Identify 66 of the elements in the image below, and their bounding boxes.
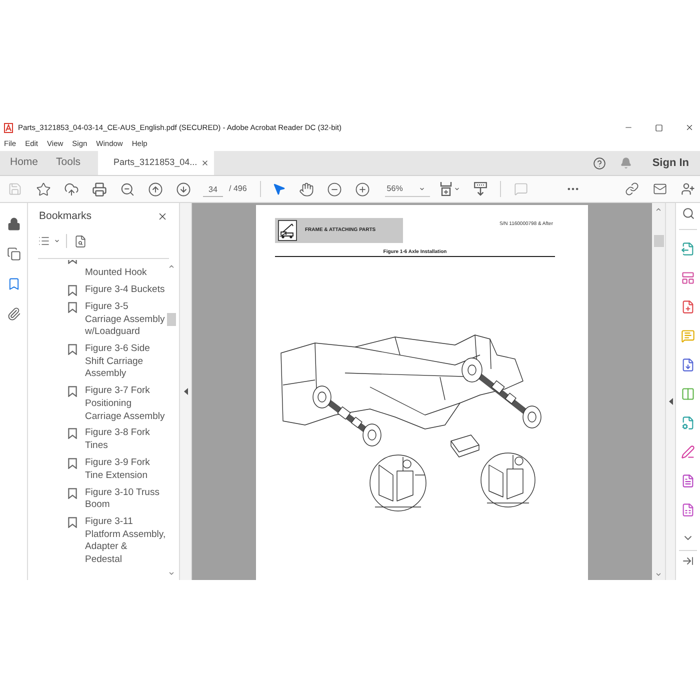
bookmark-item[interactable]: Mounted Hook (85, 267, 166, 280)
layout-icon[interactable] (681, 271, 695, 285)
pointer-icon[interactable] (272, 182, 286, 196)
bookmark-icon[interactable] (6, 277, 20, 291)
crane-truck-icon (278, 220, 297, 241)
collapse-arrow-icon[interactable] (184, 388, 188, 395)
columns-icon[interactable] (681, 387, 695, 401)
arrow-down-icon[interactable] (176, 182, 190, 196)
bookmark-item[interactable]: Figure 3-5 Carriage Assembly w/Loadguard (85, 300, 166, 339)
arrow-right-bar-icon[interactable] (682, 555, 694, 567)
panel-title: Bookmarks (39, 208, 92, 224)
close-icon[interactable] (685, 123, 694, 132)
collapse-arrow-icon[interactable] (668, 398, 672, 405)
maximize-icon[interactable] (655, 124, 663, 132)
tab[interactable]: Parts_3121853_04... (98, 151, 214, 175)
bookmark-item[interactable]: Figure 3-6 Side Shift Carriage Assembly (85, 343, 166, 381)
minus-circle-icon[interactable] (327, 182, 342, 196)
tab[interactable]: Tools (46, 151, 89, 175)
bookmark-item[interactable]: Figure 3-7 Fork Positioning Carriage Assembly (85, 385, 166, 424)
file-plus-icon[interactable] (681, 300, 695, 314)
bookmark-item[interactable]: Figure 3-9 Fork Tine Extension (85, 457, 166, 482)
search-icon[interactable] (682, 207, 694, 220)
pages-icon[interactable] (6, 247, 20, 261)
page-count: / 496 (229, 183, 247, 195)
file-download-icon[interactable] (681, 358, 695, 372)
hand-icon[interactable] (299, 182, 314, 196)
bookmark-item[interactable]: Figure 3-10 Truss Boom (85, 486, 166, 512)
pen-icon[interactable] (681, 445, 695, 459)
tab[interactable]: Home (0, 151, 46, 175)
chevron-down-icon[interactable] (655, 571, 662, 578)
add-user-icon[interactable] (681, 182, 695, 196)
bookmark-item[interactable]: Figure 3-11 Platform Assembly, Adapter & Pedestal (85, 516, 166, 567)
caret-icon[interactable] (54, 238, 60, 244)
fit-page-icon[interactable] (440, 182, 452, 196)
printer-icon[interactable] (92, 182, 106, 196)
scrollbar-thumb[interactable] (654, 235, 664, 247)
zoom-out-icon[interactable] (120, 182, 134, 196)
file-gear-icon[interactable] (681, 416, 695, 430)
star-icon[interactable] (36, 182, 50, 196)
close-icon[interactable] (157, 211, 168, 222)
pdf-file-icon (4, 122, 13, 132)
caret-icon[interactable] (454, 186, 460, 192)
close-icon[interactable] (201, 159, 210, 167)
arrow-up-icon[interactable] (148, 182, 162, 196)
chevron-up-icon[interactable] (168, 263, 174, 270)
mail-icon[interactable] (653, 182, 667, 196)
file-search-icon[interactable] (74, 234, 87, 248)
zoom-field[interactable]: 56% (384, 182, 430, 196)
link-icon[interactable] (625, 182, 639, 196)
sign-in-link[interactable]: Sign In (652, 154, 689, 172)
paperclip-icon[interactable] (6, 307, 20, 321)
file-export-icon[interactable] (681, 242, 695, 256)
file-text-icon[interactable] (681, 474, 695, 488)
cloud-upload-icon[interactable] (64, 182, 78, 196)
help-icon[interactable] (593, 156, 606, 170)
caret-icon[interactable] (418, 186, 425, 192)
scrollbar-thumb[interactable] (166, 313, 176, 326)
file-table-icon[interactable] (681, 503, 695, 517)
bookmark-item[interactable]: Figure 3-4 Buckets (85, 284, 166, 297)
chevron-up-icon[interactable] (655, 206, 662, 213)
chevron-down-icon[interactable] (168, 570, 174, 577)
lock-icon[interactable] (6, 217, 20, 231)
page-number-field[interactable]: 34 (203, 182, 223, 196)
bookmark-item[interactable]: Figure 3-8 Fork Tines (85, 427, 166, 453)
scroll-mode-icon[interactable] (474, 182, 487, 196)
plus-circle-icon[interactable] (355, 182, 370, 196)
